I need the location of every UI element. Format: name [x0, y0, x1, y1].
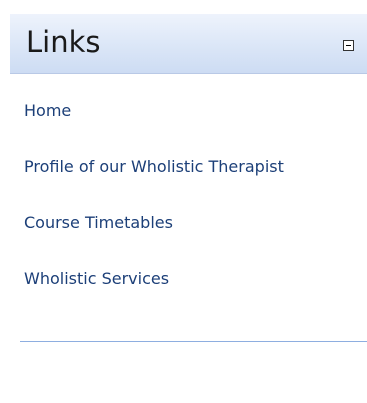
collapse-icon[interactable] [343, 40, 354, 51]
links-panel: Links Home Profile of our Wholistic Ther… [10, 0, 367, 403]
list-item: Course Timetables [24, 212, 364, 268]
panel-header: Links [10, 14, 367, 74]
list-item: Wholistic Services [24, 268, 364, 324]
list-item: Home [24, 100, 364, 156]
links-list: Home Profile of our Wholistic Therapist … [24, 100, 364, 324]
minus-icon [346, 45, 351, 46]
link-wholistic-services[interactable]: Wholistic Services [24, 268, 169, 290]
link-course-timetables[interactable]: Course Timetables [24, 212, 173, 234]
link-home[interactable]: Home [24, 100, 71, 122]
divider [20, 341, 367, 342]
link-therapist-profile[interactable]: Profile of our Wholistic Therapist [24, 156, 284, 178]
list-item: Profile of our Wholistic Therapist [24, 156, 364, 212]
panel-title: Links [26, 25, 101, 59]
